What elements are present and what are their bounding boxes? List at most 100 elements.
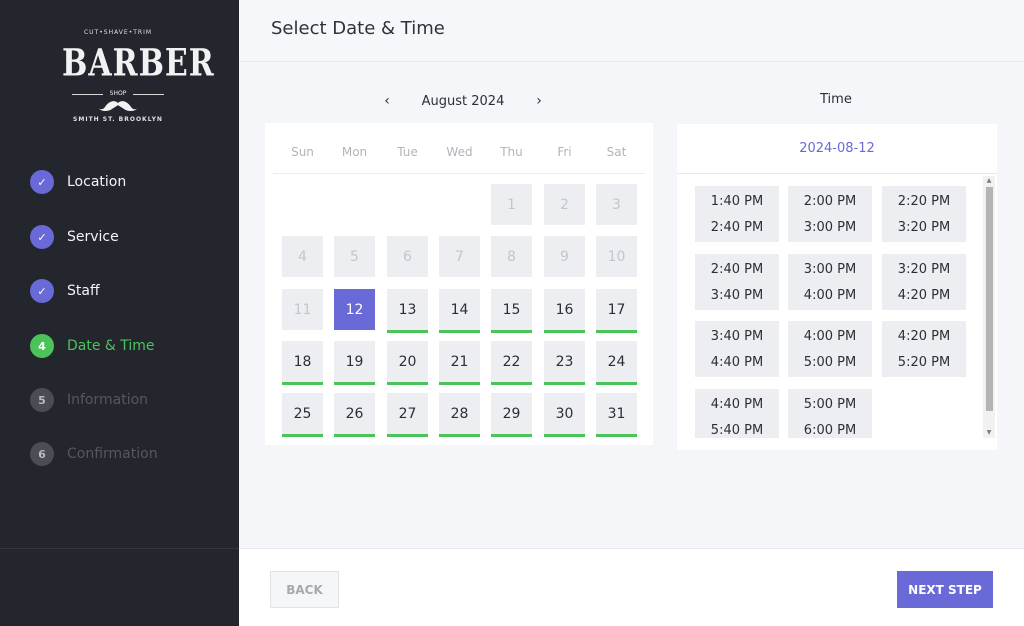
back-button[interactable]: BACK (270, 571, 339, 608)
calendar-day[interactable]: 29 (491, 393, 532, 437)
time-slot-list[interactable]: 1:40 PM 2:40 PM 2:00 PM 3:00 PM 2:20 PM 3:20 … (677, 176, 984, 438)
slot-end-time: 4:40 PM (710, 355, 764, 370)
prev-month-button[interactable]: ‹ (380, 93, 394, 109)
time-slot[interactable]: 4:00 PM 5:00 PM (788, 321, 872, 377)
calendar-day[interactable]: 21 (439, 341, 480, 385)
calendar-day[interactable]: 13 (387, 289, 428, 333)
selected-date: 2024-08-12 (677, 124, 997, 174)
slot-start-time: 3:20 PM (897, 262, 951, 277)
calendar-day[interactable]: 20 (387, 341, 428, 385)
slot-start-time: 2:20 PM (897, 194, 951, 209)
page-header: Select Date & Time (239, 0, 1024, 62)
time-panel: 2024-08-12 1:40 PM 2:40 PM 2:00 PM 3:00 PM 2… (677, 124, 997, 450)
scroll-down-arrow-icon[interactable]: ▼ (983, 428, 995, 438)
step-staff[interactable]: ✓ Staff (30, 278, 100, 304)
calendar-day[interactable]: 16 (544, 289, 585, 333)
time-heading: Time (820, 92, 852, 107)
weekday-header: Sun (291, 145, 314, 159)
calendar-day[interactable]: 28 (439, 393, 480, 437)
step-label: Information (67, 392, 149, 408)
sidebar: CUT•SHAVE•TRIM BARBER SHOP SMITH ST. BRO… (0, 0, 239, 626)
next-step-button[interactable]: NEXT STEP (897, 571, 993, 608)
step-location[interactable]: ✓ Location (30, 169, 126, 195)
time-slot[interactable]: 2:00 PM 3:00 PM (788, 186, 872, 242)
step-label: Location (67, 174, 127, 190)
slot-end-time: 5:20 PM (897, 355, 951, 370)
calendar-day: 3 (596, 184, 637, 225)
slot-start-time: 4:00 PM (803, 329, 857, 344)
calendar-day: 10 (596, 236, 637, 277)
calendar-day[interactable]: 22 (491, 341, 532, 385)
slot-start-time: 4:20 PM (897, 329, 951, 344)
time-slot[interactable]: 5:00 PM 6:00 PM (788, 389, 872, 438)
calendar-day: 8 (491, 236, 532, 277)
weekday-header: Tue (397, 145, 418, 159)
step-label: Confirmation (67, 446, 158, 462)
calendar-divider (273, 173, 645, 174)
slot-end-time: 5:40 PM (710, 423, 764, 438)
month-navigation: ‹ August 2024 › (380, 90, 546, 112)
calendar-day[interactable]: 14 (439, 289, 480, 333)
next-month-button[interactable]: › (532, 93, 546, 109)
month-label: August 2024 (421, 93, 505, 109)
calendar-day[interactable]: 17 (596, 289, 637, 333)
weekday-header: Mon (341, 145, 368, 159)
calendar-day[interactable]: 26 (334, 393, 375, 437)
calendar-day[interactable]: 15 (491, 289, 532, 333)
time-slot[interactable]: 4:20 PM 5:20 PM (882, 321, 966, 377)
slot-start-time: 1:40 PM (710, 194, 764, 209)
slot-end-time: 6:00 PM (803, 423, 857, 438)
time-slot[interactable]: 2:40 PM 3:40 PM (695, 254, 779, 310)
calendar-day[interactable]: 30 (544, 393, 585, 437)
calendar-day: 2 (544, 184, 585, 225)
check-icon: ✓ (30, 279, 54, 303)
check-icon: ✓ (30, 225, 54, 249)
weekday-header: Sat (606, 145, 627, 159)
footer: BACK NEXT STEP (239, 548, 1024, 626)
calendar-day: 4 (282, 236, 323, 277)
slot-start-time: 2:00 PM (803, 194, 857, 209)
slot-start-time: 3:00 PM (803, 262, 857, 277)
calendar-day[interactable]: 12 (334, 289, 375, 330)
calendar-day: 6 (387, 236, 428, 277)
scroll-thumb[interactable] (986, 187, 993, 411)
calendar-day[interactable]: 19 (334, 341, 375, 385)
slot-start-time: 4:40 PM (710, 397, 764, 412)
slot-end-time: 3:00 PM (803, 220, 857, 235)
calendar-day: 11 (282, 289, 323, 330)
time-slot[interactable]: 3:00 PM 4:00 PM (788, 254, 872, 310)
scroll-up-arrow-icon[interactable]: ▲ (983, 176, 995, 186)
time-slot[interactable]: 2:20 PM 3:20 PM (882, 186, 966, 242)
calendar-day[interactable]: 23 (544, 341, 585, 385)
step-number-badge: 5 (30, 388, 54, 412)
step-confirmation: 6 Confirmation (30, 441, 158, 467)
sidebar-divider (0, 548, 239, 549)
calendar-day[interactable]: 31 (596, 393, 637, 437)
check-icon: ✓ (30, 170, 54, 194)
calendar-day[interactable]: 27 (387, 393, 428, 437)
slot-end-time: 3:20 PM (897, 220, 951, 235)
logo-address: SMITH ST. BROOKLYN (73, 116, 163, 123)
time-slot[interactable]: 3:40 PM 4:40 PM (695, 321, 779, 377)
weekday-header: Fri (557, 145, 572, 159)
step-label: Date & Time (67, 338, 155, 354)
weekday-header: Thu (500, 145, 523, 159)
calendar-day: 1 (491, 184, 532, 225)
time-slot[interactable]: 3:20 PM 4:20 PM (882, 254, 966, 310)
logo-sub: SHOP (103, 90, 133, 97)
logo-tagline: CUT•SHAVE•TRIM (83, 29, 153, 36)
time-slot[interactable]: 4:40 PM 5:40 PM (695, 389, 779, 438)
calendar-day[interactable]: 18 (282, 341, 323, 385)
step-date-time[interactable]: 4 Date & Time (30, 333, 155, 359)
time-scrollbar[interactable]: ▲ ▼ (983, 176, 995, 438)
step-number-badge: 4 (30, 334, 54, 358)
slot-end-time: 5:00 PM (803, 355, 857, 370)
step-label: Staff (67, 283, 100, 299)
step-label: Service (67, 229, 119, 245)
calendar-day[interactable]: 24 (596, 341, 637, 385)
calendar-day: 5 (334, 236, 375, 277)
step-service[interactable]: ✓ Service (30, 224, 119, 250)
calendar-day[interactable]: 25 (282, 393, 323, 437)
time-slot[interactable]: 1:40 PM 2:40 PM (695, 186, 779, 242)
page-title: Select Date & Time (271, 18, 445, 39)
